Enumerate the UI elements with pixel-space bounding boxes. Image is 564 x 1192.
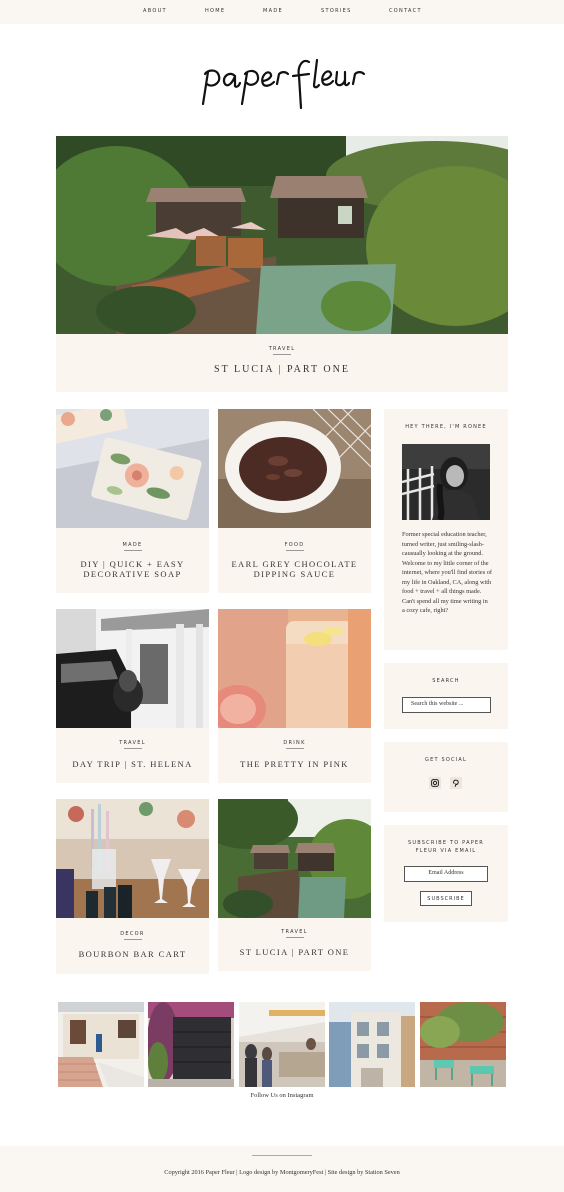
post-title[interactable]: St Lucia | Part One [224,947,365,957]
nav-item-about[interactable]: About [143,8,167,14]
nav-item-home[interactable]: Home [205,8,225,14]
nav-item-stories[interactable]: Stories [321,8,352,14]
subscribe-heading: Subscribe to Paper Fleur via Email [408,840,484,854]
post-title[interactable]: DIY | Quick + Easy Decorative Soap [62,559,203,579]
post-title[interactable]: Day Trip | St. Helena [62,759,203,769]
post-category: Travel [281,929,308,935]
post-image[interactable] [218,609,371,728]
post-card[interactable]: Made DIY | Quick + Easy Decorative Soap [56,409,209,593]
about-heading: Hey there, I'm Ronee [405,424,487,430]
post-category: Made [122,542,143,548]
featured-post[interactable]: Travel St Lucia | Part One [56,136,508,392]
site-footer: Copyright 2016 Paper Fleur | Logo design… [0,1146,564,1192]
instagram-photo[interactable] [148,1002,234,1087]
author-photo [402,444,490,520]
category-divider [123,748,142,749]
social-heading: Get Social [425,757,467,763]
category-divider [285,937,304,938]
post-card[interactable]: Food Earl Grey Chocolate Dipping Sauce [218,409,371,593]
category-divider [123,550,142,551]
footer-divider [252,1155,312,1156]
category-divider [123,939,142,940]
nav-item-made[interactable]: Made [263,8,283,14]
instagram-photo[interactable] [329,1002,415,1087]
post-image[interactable] [218,799,371,918]
post-title[interactable]: The Pretty in Pink [224,759,365,769]
post-category: Travel [119,740,146,746]
site-logo[interactable] [195,52,370,112]
post-card[interactable]: Travel Day Trip | St. Helena [56,609,209,783]
post-category: Food [284,542,305,548]
post-category: Drink [283,740,306,746]
instagram-photo[interactable] [58,1002,144,1087]
social-widget: Get Social [384,742,508,812]
subscribe-widget: Subscribe to Paper Fleur via Email Email… [384,825,508,922]
category-divider [273,354,291,355]
nav-item-contact[interactable]: Contact [389,8,422,14]
pinterest-icon[interactable] [450,777,462,789]
post-image[interactable] [56,409,209,528]
featured-post-title[interactable]: St Lucia | Part One [62,365,502,375]
about-text: Former special education teacher, turned… [402,531,492,614]
footer-copyright: Copyright 2016 Paper Fleur | Logo design… [164,1169,400,1176]
post-title[interactable]: Bourbon Bar Cart [62,949,203,959]
post-image[interactable] [56,799,209,918]
instagram-photo[interactable] [420,1002,506,1087]
top-navigation: About Home Made Stories Contact [0,0,564,24]
search-input[interactable]: Search this website ... [402,697,491,713]
search-widget: Search Search this website ... [384,663,508,729]
subscribe-button[interactable]: Subscribe [420,891,472,906]
about-widget: Hey there, I'm Ronee Former special educ… [384,409,508,650]
post-category: Decor [120,931,145,937]
instagram-caption[interactable]: Follow Us on Instagram [0,1092,564,1099]
post-card[interactable]: Decor Bourbon Bar Cart [56,799,209,974]
email-field[interactable]: Email Address [404,866,488,882]
instagram-icon[interactable] [429,777,441,789]
category-divider [285,550,304,551]
post-title[interactable]: Earl Grey Chocolate Dipping Sauce [224,559,365,579]
instagram-photo[interactable] [239,1002,325,1087]
featured-post-image[interactable] [56,136,508,334]
logo-wordmark [201,58,366,110]
post-card[interactable]: Drink The Pretty in Pink [218,609,371,783]
post-image[interactable] [218,409,371,528]
search-heading: Search [432,678,460,684]
category-divider [285,748,304,749]
featured-post-category: Travel [268,346,296,352]
post-image[interactable] [56,609,209,728]
post-card[interactable]: Travel St Lucia | Part One [218,799,371,971]
